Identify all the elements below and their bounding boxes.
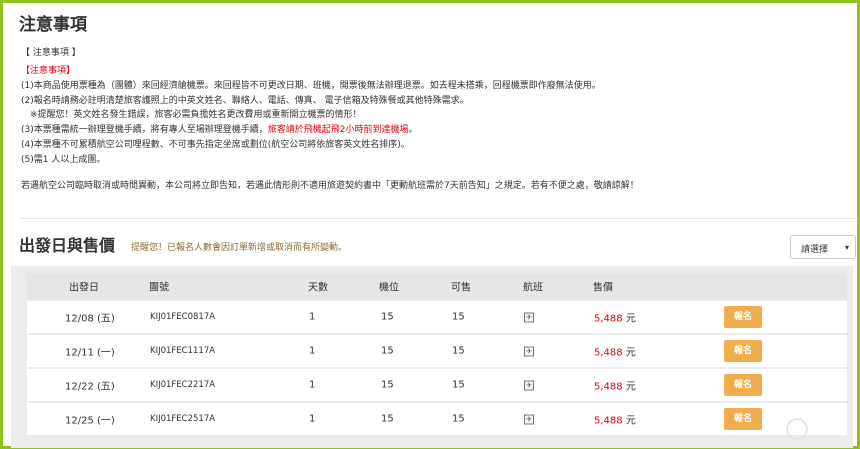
notice-line-4-highlight: 旅客請於飛機起飛2小時前到達機場: [267, 125, 409, 136]
row-price: 5,488 元: [594, 412, 636, 427]
row-seats: 15: [381, 345, 394, 357]
table-header: 出發日 團號 天數 機位 可售 航班 售價: [27, 273, 847, 299]
flight-info-icon[interactable]: ✈: [524, 414, 534, 425]
row-available: 15: [452, 345, 465, 357]
book-button[interactable]: 報名: [724, 340, 762, 362]
notice-line-5: (4)本票種不可累積航空公司哩程數、不可事先指定坐席或劃位(航空公司將依旅客英文…: [21, 139, 410, 150]
row-available: 15: [452, 413, 465, 425]
departure-table: 出發日 團號 天數 機位 可售 航班 售價 12/08 (五) KIJ01FEC…: [11, 266, 853, 448]
page-frame: 注意事項 【 注意事項 】 【注意事項】 (1)本商品使用票種為（團體）來回經濟…: [0, 0, 860, 449]
notice-line-4a: (3)本票種需統一辦理登機手續，將有專人至場辦理登機手續，: [21, 125, 268, 136]
row-price-currency: 元: [625, 347, 636, 359]
col-available: 可售: [451, 282, 471, 294]
col-date: 出發日: [69, 282, 99, 294]
notice-line-4c: 。: [408, 125, 418, 136]
row-available: 15: [452, 311, 465, 323]
book-button[interactable]: 報名: [724, 374, 762, 396]
row-days: 1: [309, 345, 316, 357]
row-price: 5,488 元: [594, 310, 636, 325]
row-code: KIJ01FEC1117A: [150, 346, 216, 356]
notice-line-3: ※提醒您！英文姓名發生錯誤，旅客必需負擔姓名更改費用或重新開立機票的情形！: [30, 110, 362, 121]
table-row: 12/11 (一) KIJ01FEC1117A 1 15 15 ✈ 5,488 …: [27, 335, 847, 367]
row-code: KIJ01FEC2517A: [150, 414, 216, 424]
row-days: 1: [309, 379, 316, 391]
row-available: 15: [452, 379, 465, 391]
row-price-amount: 5,488: [594, 313, 623, 325]
row-action: 報名: [724, 408, 762, 430]
book-button[interactable]: 報名: [724, 306, 762, 328]
table-row: 12/22 (五) KIJ01FEC2217A 1 15 15 ✈ 5,488 …: [27, 369, 847, 401]
col-flight: 航班: [523, 282, 543, 294]
chevron-down-icon: ▾: [844, 243, 849, 252]
departure-title: 出發日與售價: [19, 236, 116, 255]
flight-info-icon[interactable]: ✈: [524, 312, 534, 323]
notice-line-4: (3)本票種需統一辦理登機手續，將有專人至場辦理登機手續，旅客請於飛機起飛2小時…: [21, 123, 601, 138]
row-price-amount: 5,488: [594, 381, 623, 393]
notice-closing: 若遇航空公司臨時取消或時間異動，本公司將立即告知，若遇此情形則不適用旅遊契約書中…: [21, 181, 639, 191]
row-price-amount: 5,488: [594, 347, 623, 359]
date-select-label: 請選擇: [801, 245, 829, 255]
departure-hint: 提醒您！已報名人數會因訂單新增或取消而有所變動。: [131, 243, 348, 253]
table-row: 12/25 (一) KIJ01FEC2517A 1 15 15 ✈ 5,488 …: [27, 403, 847, 435]
row-date: 12/22 (五): [65, 381, 115, 393]
notice-line-1: (1)本商品使用票種為（團體）來回經濟艙機票。來回程皆不可更改日期、班機，開票後…: [21, 80, 601, 91]
section-divider: [20, 218, 858, 219]
col-code: 團號: [149, 282, 169, 294]
notice-header: 【 注意事項 】: [21, 48, 81, 58]
row-price-currency: 元: [625, 415, 636, 427]
col-days: 天數: [308, 282, 328, 294]
row-price-currency: 元: [625, 381, 636, 393]
row-date: 12/08 (五): [65, 313, 115, 325]
notice-line-6: (5)需1 人以上成團。: [21, 154, 106, 165]
row-action: 報名: [724, 306, 762, 328]
row-seats: 15: [381, 379, 394, 391]
flight-info-icon[interactable]: ✈: [524, 380, 534, 391]
row-price: 5,488 元: [594, 378, 636, 393]
row-flight: ✈: [524, 380, 534, 391]
col-price: 售價: [593, 282, 613, 294]
book-button[interactable]: 報名: [724, 408, 762, 430]
row-action: 報名: [724, 374, 762, 396]
row-seats: 15: [381, 413, 394, 425]
notice-line-2: (2)報名時請務必註明清楚旅客護照上的中英文姓名、聯絡人、電話、傳真、 電子信箱…: [21, 95, 469, 106]
col-seats: 機位: [379, 282, 399, 294]
row-days: 1: [309, 413, 316, 425]
notice-list: 【注意事項】 (1)本商品使用票種為（團體）來回經濟艙機票。來回程皆不可更改日期…: [21, 64, 601, 168]
notice-red-header: 【注意事項】: [21, 66, 76, 76]
table-row: 12/08 (五) KIJ01FEC0817A 1 15 15 ✈ 5,488 …: [27, 301, 847, 333]
row-code: KIJ01FEC0817A: [150, 312, 216, 322]
row-action: 報名: [724, 340, 762, 362]
row-code: KIJ01FEC2217A: [150, 380, 216, 390]
row-price: 5,488 元: [594, 344, 636, 359]
flight-info-icon[interactable]: ✈: [524, 346, 534, 357]
row-price-amount: 5,488: [594, 415, 623, 427]
row-flight: ✈: [524, 414, 534, 425]
row-flight: ✈: [524, 346, 534, 357]
row-days: 1: [309, 311, 316, 323]
watermark-logo-icon: [786, 418, 808, 440]
row-flight: ✈: [524, 312, 534, 323]
date-select[interactable]: 請選擇 ▾: [790, 235, 856, 259]
row-seats: 15: [381, 311, 394, 323]
row-date: 12/11 (一): [65, 347, 115, 359]
row-date: 12/25 (一): [65, 415, 115, 427]
notice-title: 注意事項: [19, 15, 87, 35]
row-price-currency: 元: [625, 313, 636, 325]
